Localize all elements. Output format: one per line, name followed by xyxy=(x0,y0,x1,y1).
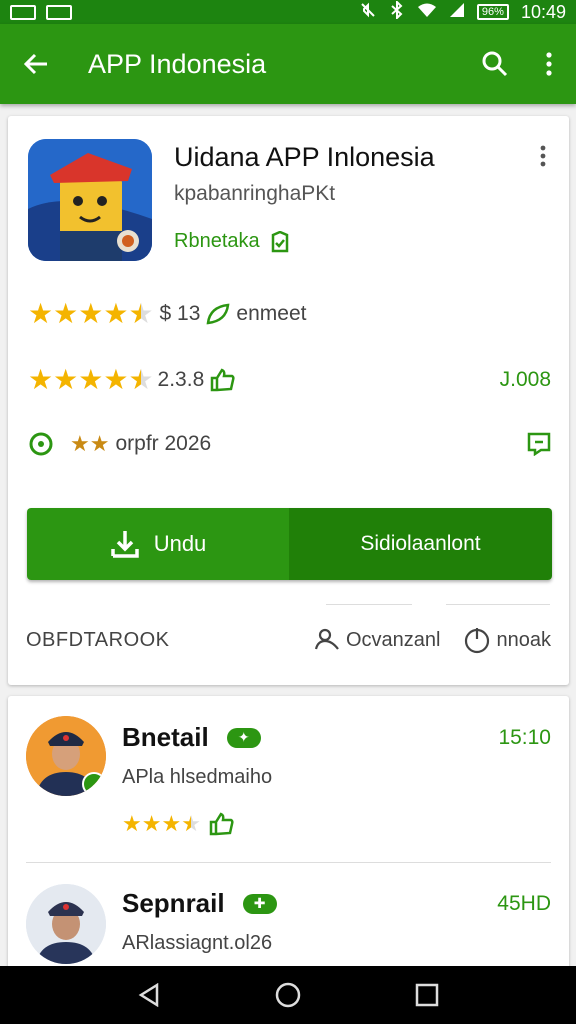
price-text: $ 13 xyxy=(159,302,201,325)
divider xyxy=(446,604,550,605)
app-detail-card: Uidana APP Inlonesia kpabanringhaPKt Rbn… xyxy=(8,116,569,685)
review-text: ARlassiagnt.ol26 xyxy=(122,932,273,954)
star-half-icon: ★ xyxy=(128,364,154,395)
overflow-menu-button[interactable] xyxy=(522,24,576,104)
avatar xyxy=(26,884,106,964)
arrow-back-icon xyxy=(23,53,47,75)
card-overflow-button[interactable] xyxy=(531,144,555,168)
review-stars: ★ ★ ★ ★ xyxy=(122,810,235,838)
home-nav-button[interactable] xyxy=(268,975,308,1015)
verified-badge xyxy=(82,772,106,796)
footer-label[interactable]: OBFDTAROOK xyxy=(26,629,170,652)
app-category[interactable]: Rbnetaka xyxy=(174,230,290,253)
bluetooth-icon xyxy=(389,0,405,24)
footer-action-2[interactable]: nnoak xyxy=(463,626,552,654)
star-icon: ★ xyxy=(53,364,79,395)
star-icon: ★ xyxy=(78,298,104,329)
more-vert-icon xyxy=(546,52,552,76)
clock: 10:49 xyxy=(520,1,566,22)
info-text: orpfr 2026 xyxy=(115,432,212,455)
back-nav-button[interactable] xyxy=(129,975,169,1015)
notification-icon xyxy=(10,4,36,20)
review-time: 15:10 xyxy=(498,726,551,749)
person-icon xyxy=(314,628,339,650)
star-icon: ★ xyxy=(103,364,129,395)
badge-icon: ✚ xyxy=(242,893,277,914)
footer-action-2-label: nnoak xyxy=(496,628,552,651)
app-name: Uidana APP Inlonesia xyxy=(174,142,435,172)
divider xyxy=(326,604,412,605)
rating-extra: enmeet xyxy=(236,302,307,325)
thumbs-up-icon xyxy=(211,368,235,392)
open-button[interactable]: Sidiolaanlont xyxy=(289,508,552,580)
notification-icon-2 xyxy=(46,4,72,20)
mute-icon xyxy=(359,1,377,24)
star-rating-small: ★ ★ xyxy=(70,430,109,458)
circle-home-icon xyxy=(275,982,301,1008)
review-text: APla hlsedmaiho xyxy=(122,766,273,788)
comment-icon[interactable] xyxy=(527,432,551,456)
star-rating: ★ ★ ★ ★ ★ xyxy=(28,366,154,394)
rating-row-1: ★ ★ ★ ★ ★ $ 13 enmeet xyxy=(28,300,551,328)
search-icon xyxy=(482,51,508,77)
star-icon: ★ xyxy=(89,431,110,456)
recents-nav-button[interactable] xyxy=(407,975,447,1015)
reviewer-name-text: Bnetail xyxy=(122,722,209,752)
star-icon: ★ xyxy=(161,811,182,836)
star-icon: ★ xyxy=(141,811,162,836)
star-icon: ★ xyxy=(70,431,90,456)
app-developer[interactable]: kpabanringhaPKt xyxy=(174,182,335,206)
star-icon: ★ xyxy=(78,364,104,395)
leaf-icon xyxy=(206,303,230,325)
download-count: J.008 xyxy=(499,368,551,391)
footer-action-1[interactable]: Ocvanzanl xyxy=(314,627,441,653)
page-title: APP Indonesia xyxy=(88,48,267,79)
category-label: Rbnetaka xyxy=(174,230,260,252)
triangle-back-icon xyxy=(138,983,159,1007)
rating-row-2: ★ ★ ★ ★ ★ 2.3.8 J.008 xyxy=(28,366,551,394)
download-icon xyxy=(110,531,139,558)
reviewer-name: Bnetail ✦ xyxy=(122,722,261,753)
star-icon: ★ xyxy=(28,298,54,329)
star-icon: ★ xyxy=(53,298,79,329)
star-icon: ★ xyxy=(103,298,129,329)
install-label: Undu xyxy=(153,531,207,556)
footer-action-1-label: Ocvanzanl xyxy=(346,628,441,651)
open-label: Sidiolaanlont xyxy=(360,532,481,555)
divider xyxy=(26,862,551,863)
star-half-icon: ★ xyxy=(181,811,201,836)
star-icon: ★ xyxy=(28,364,54,395)
app-icon xyxy=(28,139,152,261)
power-icon xyxy=(464,628,489,654)
signal-icon xyxy=(449,2,465,23)
version-text: 2.3.8 xyxy=(157,368,205,391)
reviewer-name-text: Sepnrail xyxy=(122,888,225,918)
star-icon: ★ xyxy=(122,811,142,836)
avatar xyxy=(26,716,106,796)
review-time: 45HD xyxy=(497,892,551,915)
info-circle-icon xyxy=(29,432,53,456)
wifi-icon xyxy=(417,2,437,23)
reviews-card: Bnetail ✦ 15:10 APla hlsedmaiho ★ ★ ★ ★ xyxy=(8,696,569,976)
status-bar: 96% 10:49 xyxy=(0,0,576,24)
star-rating: ★ ★ ★ ★ ★ xyxy=(28,300,154,328)
review-item[interactable]: Bnetail ✦ 15:10 APla hlsedmaiho ★ ★ ★ ★ xyxy=(8,696,569,856)
star-half-icon: ★ xyxy=(128,298,154,329)
system-nav-bar xyxy=(0,966,576,1024)
more-vert-icon xyxy=(540,145,546,167)
back-button[interactable] xyxy=(0,24,72,104)
app-bar: APP Indonesia xyxy=(0,24,576,104)
info-row: ★ ★ orpfr 2026 xyxy=(28,430,551,458)
card-footer: OBFDTAROOK Ocvanzanl nnoak xyxy=(26,626,551,654)
reviewer-name: Sepnrail ✚ xyxy=(122,888,277,919)
thumbs-up-icon[interactable] xyxy=(209,812,235,836)
action-button-bar: Undu Sidiolaanlont xyxy=(27,508,552,580)
verified-icon xyxy=(271,230,288,252)
badge-icon: ✦ xyxy=(226,727,261,748)
search-button[interactable] xyxy=(468,24,522,104)
install-button[interactable]: Undu xyxy=(27,508,289,580)
battery-icon: 96% xyxy=(476,4,509,20)
star-rating: ★ ★ ★ ★ xyxy=(122,810,201,838)
square-recents-icon xyxy=(415,983,438,1007)
